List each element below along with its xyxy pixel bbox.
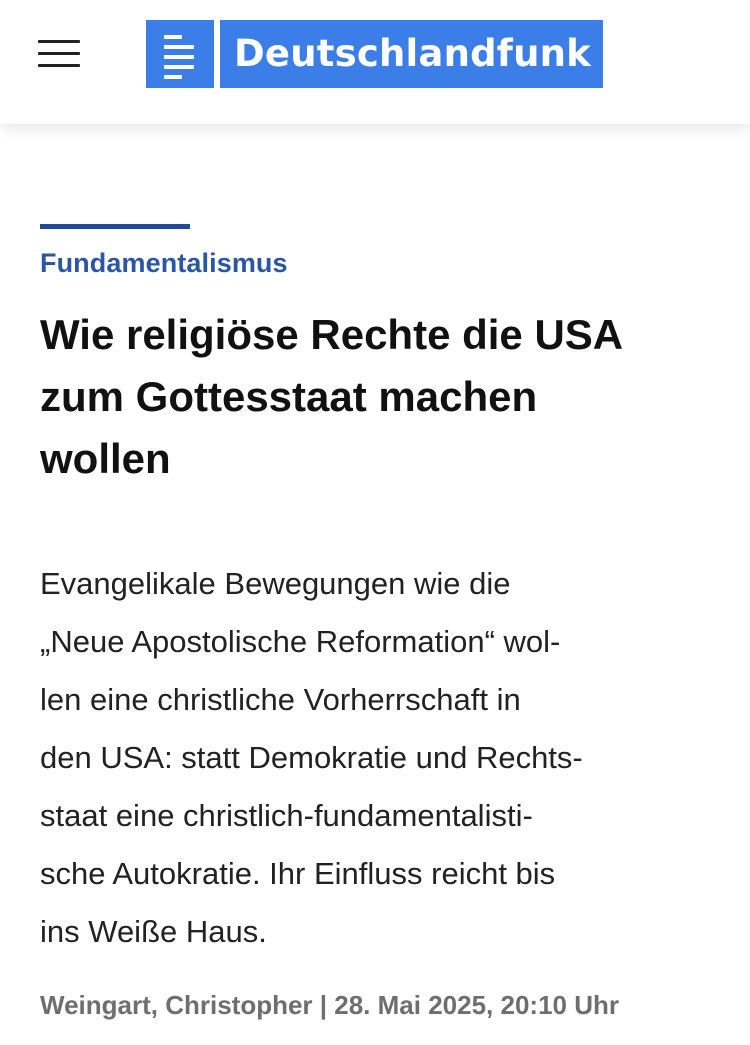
teaser-line: sche Autokratie. Ihr Einfluss reicht bis	[40, 856, 556, 891]
rubric-divider	[40, 224, 190, 229]
article-teaser: Evangelikale Bewegungen wie die „Neue Ap…	[40, 555, 730, 961]
menu-bar	[38, 64, 80, 67]
menu-bar	[38, 40, 80, 43]
teaser-line: len eine christliche Vorherrschaft in	[40, 682, 521, 717]
teaser-line: ins Weiße Haus.	[40, 914, 267, 949]
article-rubric[interactable]: Fundamentalismus	[40, 248, 288, 279]
teaser-line: „Neue Apostolische Reformation“ wol-	[40, 624, 561, 659]
teaser-line: Evangelikale Bewegungen wie die	[40, 566, 511, 601]
article-headline: Wie religiöse Rechte die USA zum Gottess…	[40, 304, 720, 490]
headline-line: zum Gottesstaat machen	[40, 373, 538, 420]
hamburger-menu-icon[interactable]	[38, 38, 80, 70]
article-byline: Weingart, Christopher | 28. Mai 2025, 20…	[40, 990, 619, 1020]
site-logo[interactable]: Deutschlandfunk	[146, 20, 603, 88]
teaser-line: staat eine christlich-fundamentalisti-	[40, 798, 533, 833]
deutschlandfunk-logo-icon	[146, 20, 214, 88]
brand-name: Deutschlandfunk	[220, 20, 603, 88]
headline-line: wollen	[40, 435, 171, 482]
menu-bar	[38, 52, 80, 55]
headline-line: Wie religiöse Rechte die USA	[40, 311, 624, 358]
teaser-line: den USA: statt Demokratie und Rechts-	[40, 740, 583, 775]
site-header: Deutschlandfunk	[0, 0, 750, 124]
